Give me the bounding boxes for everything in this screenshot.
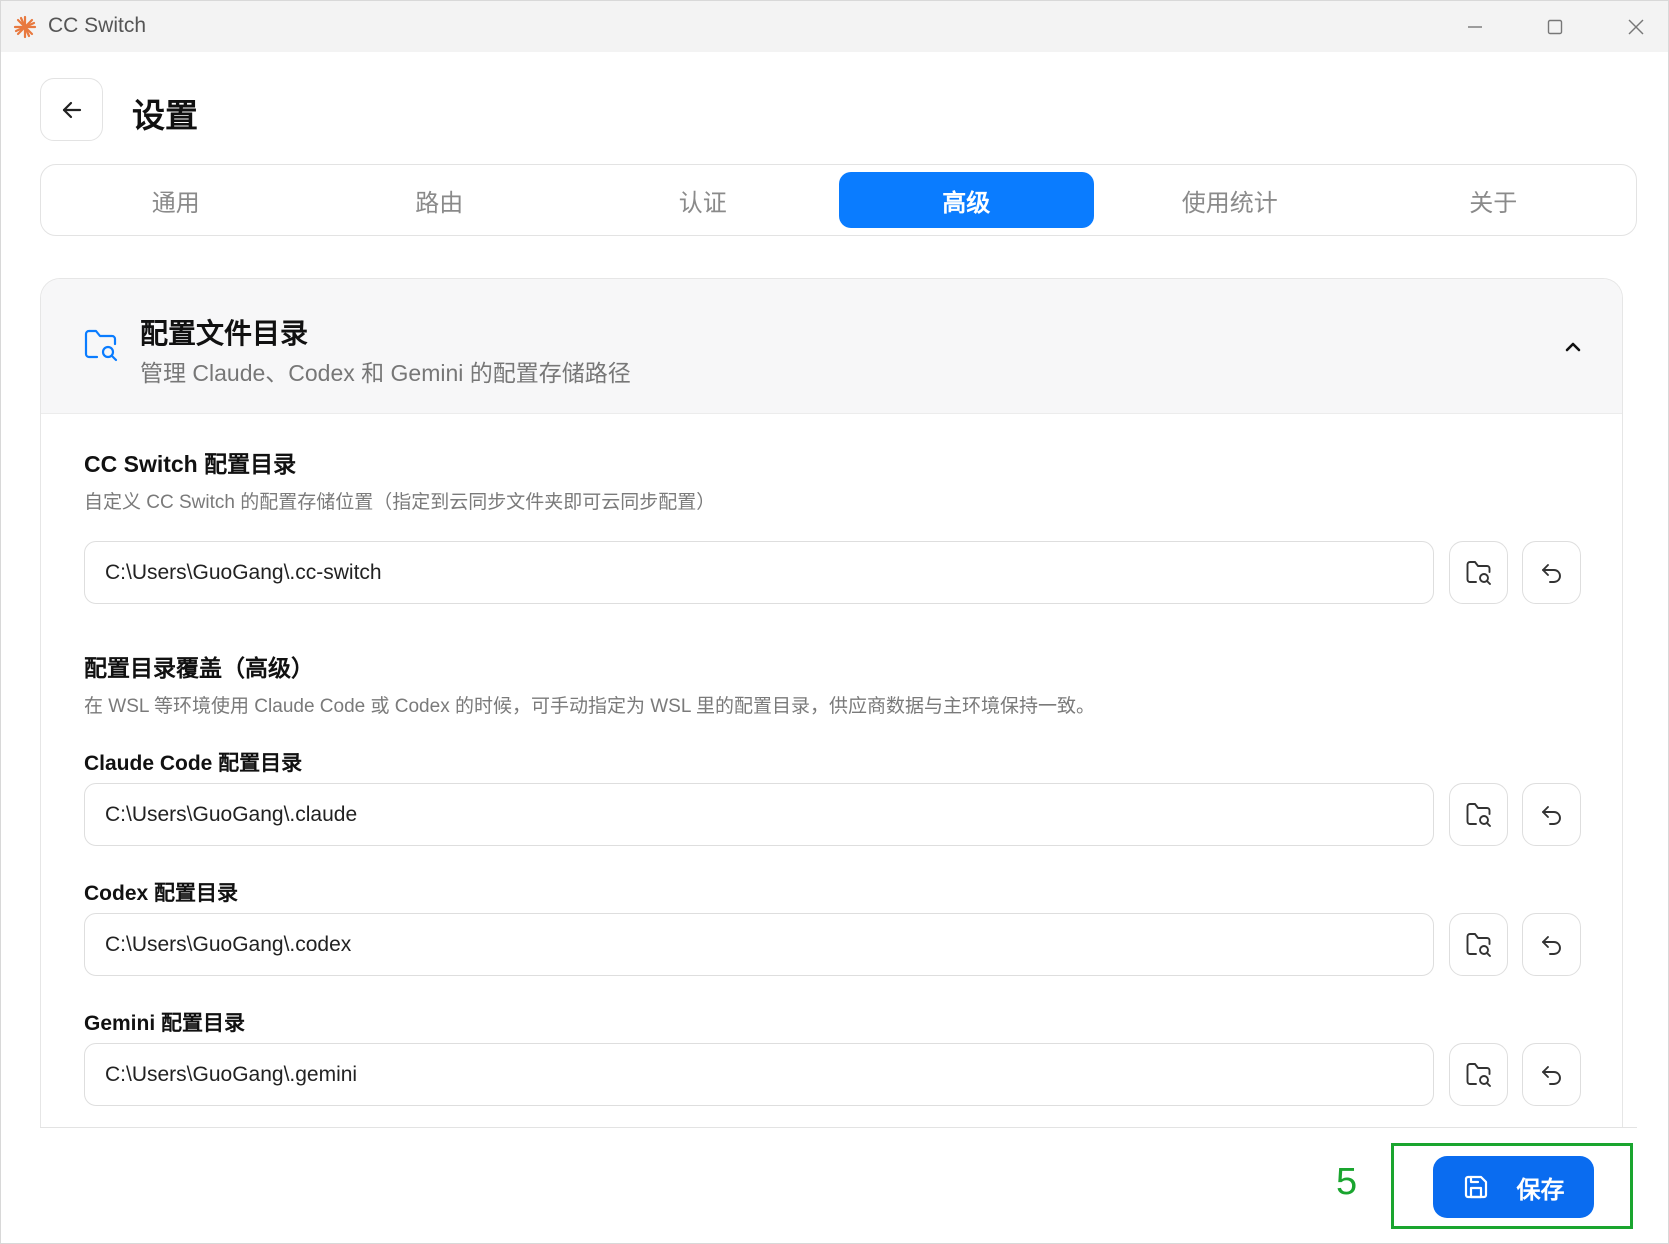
tab-routing[interactable]: 路由 (312, 172, 568, 228)
claude-reset-button[interactable] (1522, 783, 1581, 846)
card-subtitle: 管理 Claude、Codex 和 Gemini 的配置存储路径 (140, 360, 631, 386)
minimize-icon (1468, 26, 1482, 28)
gemini-dir-label: Gemini 配置目录 (84, 1012, 246, 1035)
close-button[interactable] (1604, 7, 1668, 47)
collapse-button[interactable] (1555, 329, 1591, 365)
save-button-label: 保存 (1516, 1176, 1565, 1204)
folder-search-icon (83, 328, 119, 367)
gemini-browse-button[interactable] (1449, 1043, 1508, 1106)
claude-dir-input[interactable] (84, 783, 1434, 846)
title-bar: CC Switch (1, 1, 1668, 52)
cc-switch-browse-button[interactable] (1449, 541, 1508, 604)
cc-switch-dir-description: 自定义 CC Switch 的配置存储位置（指定到云同步文件夹即可云同步配置） (84, 492, 716, 513)
gemini-dir-input[interactable] (84, 1043, 1434, 1106)
folder-search-icon (1466, 1062, 1491, 1087)
tab-auth[interactable]: 认证 (575, 172, 831, 228)
card-header[interactable]: 配置文件目录 管理 Claude、Codex 和 Gemini 的配置存储路径 (41, 279, 1622, 414)
save-icon (1464, 1175, 1487, 1199)
folder-search-icon (1466, 802, 1491, 827)
codex-dir-label: Codex 配置目录 (84, 882, 239, 905)
chevron-up-icon (1565, 342, 1581, 352)
codex-browse-button[interactable] (1449, 913, 1508, 976)
tab-about[interactable]: 关于 (1366, 172, 1622, 228)
back-button[interactable] (40, 78, 103, 141)
undo-icon (1541, 563, 1561, 583)
claude-dir-label: Claude Code 配置目录 (84, 752, 303, 775)
config-directory-card: 配置文件目录 管理 Claude、Codex 和 Gemini 的配置存储路径 … (40, 278, 1623, 1128)
tab-usage-stats[interactable]: 使用统计 (1102, 172, 1358, 228)
tab-general[interactable]: 通用 (48, 172, 304, 228)
undo-icon (1541, 935, 1561, 955)
gemini-reset-button[interactable] (1522, 1043, 1581, 1106)
folder-search-icon (1466, 560, 1491, 585)
starburst-logo-icon (13, 15, 37, 39)
app-window: CC Switch 设置 通用 路由 认证 高级 使用统计 关于 配置文件目录 … (0, 0, 1669, 1244)
footer-divider (40, 1127, 1637, 1128)
tab-advanced[interactable]: 高级 (838, 172, 1094, 228)
minimize-button[interactable] (1443, 7, 1507, 47)
claude-browse-button[interactable] (1449, 783, 1508, 846)
window-title: CC Switch (48, 14, 147, 37)
codex-reset-button[interactable] (1522, 913, 1581, 976)
step-number-annotation: 5 (1336, 1161, 1358, 1203)
settings-tabs: 通用 路由 认证 高级 使用统计 关于 (40, 164, 1637, 236)
card-title: 配置文件目录 (140, 318, 309, 349)
maximize-icon (1547, 19, 1563, 35)
save-button[interactable]: 保存 (1433, 1156, 1594, 1218)
cc-switch-reset-button[interactable] (1522, 541, 1581, 604)
close-icon (1628, 19, 1644, 35)
override-title: 配置目录覆盖（高级） (84, 655, 314, 681)
undo-icon (1541, 1065, 1561, 1085)
cc-switch-dir-title: CC Switch 配置目录 (84, 451, 297, 477)
maximize-button[interactable] (1523, 7, 1587, 47)
folder-search-icon (1466, 932, 1491, 957)
override-description: 在 WSL 等环境使用 Claude Code 或 Codex 的时候，可手动指… (84, 696, 1096, 717)
codex-dir-input[interactable] (84, 913, 1434, 976)
arrow-left-icon (62, 101, 81, 118)
undo-icon (1541, 805, 1561, 825)
cc-switch-dir-input[interactable] (84, 541, 1434, 604)
page-title: 设置 (132, 97, 198, 134)
